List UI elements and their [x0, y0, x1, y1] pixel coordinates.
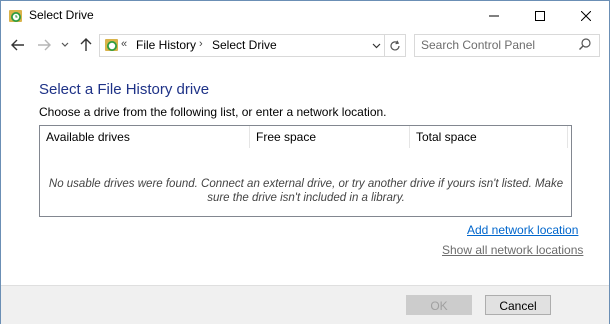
forward-button[interactable] — [35, 36, 53, 54]
file-history-icon — [104, 37, 120, 53]
arrow-up-icon — [80, 38, 92, 51]
cancel-button[interactable]: Cancel — [485, 295, 551, 315]
file-history-icon — [8, 8, 24, 24]
navigation-bar: « File History › Select Drive — [1, 31, 609, 59]
instructions-text: Choose a drive from the following list, … — [39, 105, 387, 119]
breadcrumb-separator[interactable]: › — [199, 38, 203, 50]
empty-list-message: No usable drives were found. Connect an … — [48, 178, 564, 204]
arrow-left-icon — [11, 39, 24, 51]
chevron-down-icon — [372, 43, 380, 48]
maximize-button[interactable] — [517, 1, 563, 30]
window-title: Select Drive — [29, 8, 94, 22]
ok-button[interactable]: OK — [406, 295, 472, 315]
address-bar[interactable]: « File History › Select Drive — [99, 34, 406, 57]
refresh-button[interactable] — [384, 35, 405, 56]
page-title: Select a File History drive — [39, 81, 210, 98]
close-icon — [581, 10, 591, 21]
breadcrumb-overflow[interactable]: « — [121, 38, 127, 50]
select-drive-window: Select Drive « File History › Select Dri… — [0, 0, 610, 324]
chevron-down-icon — [61, 42, 69, 47]
search-box[interactable] — [414, 34, 600, 57]
recent-locations-button[interactable] — [59, 36, 71, 54]
address-dropdown-button[interactable] — [368, 35, 384, 56]
search-input[interactable] — [421, 37, 571, 53]
up-button[interactable] — [77, 36, 95, 54]
column-header-total-space[interactable]: Total space — [410, 126, 568, 148]
title-bar[interactable]: Select Drive — [1, 1, 609, 30]
search-icon[interactable] — [578, 37, 594, 53]
dialog-footer: OK Cancel — [1, 285, 609, 324]
refresh-icon — [390, 40, 400, 50]
drive-list[interactable]: Available drives Free space Total space … — [39, 125, 572, 217]
minimize-button[interactable] — [471, 1, 517, 30]
column-header-free-space[interactable]: Free space — [250, 126, 410, 148]
back-button[interactable] — [9, 36, 27, 54]
close-button[interactable] — [563, 1, 609, 30]
arrow-right-icon — [38, 39, 51, 51]
column-header-available-drives[interactable]: Available drives — [40, 126, 250, 148]
breadcrumb-select-drive[interactable]: Select Drive — [212, 38, 277, 52]
show-all-network-locations-link: Show all network locations — [442, 243, 584, 257]
maximize-icon — [535, 10, 545, 21]
minimize-icon — [489, 15, 499, 16]
add-network-location-link[interactable]: Add network location — [467, 223, 578, 237]
breadcrumb-file-history[interactable]: File History — [136, 38, 196, 52]
